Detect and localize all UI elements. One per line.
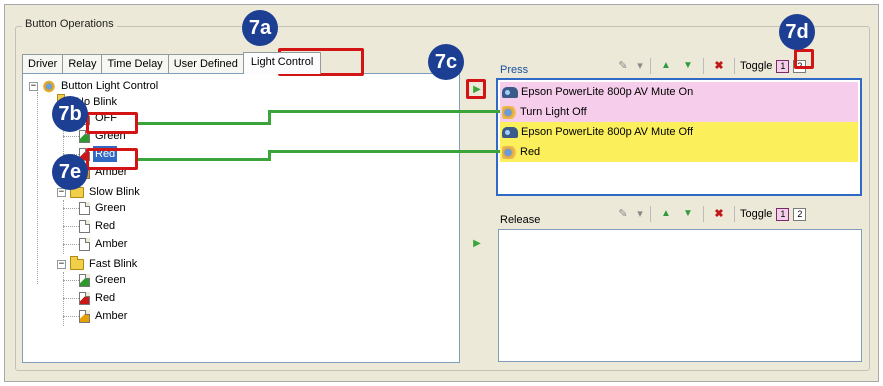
highlight-add-arrow: [466, 79, 486, 99]
folder-icon: [70, 256, 84, 270]
connector-line: [137, 122, 270, 125]
connector-line: [268, 150, 500, 153]
toggle-label: Toggle: [740, 208, 773, 220]
edit-icon[interactable]: ✎: [613, 206, 633, 222]
release-label: Release: [500, 214, 541, 226]
tab-time-delay[interactable]: Time Delay: [101, 54, 169, 74]
callout-7b: 7b: [52, 96, 88, 132]
move-down-icon[interactable]: ▼: [678, 206, 698, 222]
projector-icon: [502, 126, 518, 138]
delete-icon[interactable]: ✖: [709, 58, 729, 74]
amber-light-icon: [79, 309, 90, 323]
tree-item-red[interactable]: Red: [79, 290, 117, 306]
tree-line: [63, 244, 79, 245]
release-toolbar: ✎ ▾ ▲ ▼ ✖ Toggle 1 2: [613, 206, 807, 222]
callout-7a: 7a: [242, 10, 278, 46]
move-down-icon[interactable]: ▼: [678, 58, 698, 74]
toggle-2-button[interactable]: 2: [793, 207, 807, 221]
collapse-icon[interactable]: −: [29, 81, 38, 91]
tree-item-amber[interactable]: Amber: [79, 236, 129, 252]
list-item[interactable]: Turn Light Off: [500, 102, 858, 122]
tree-line: [63, 226, 79, 227]
toggle-1-button[interactable]: 1: [776, 59, 790, 73]
move-up-icon[interactable]: ▲: [656, 206, 676, 222]
edit-icon[interactable]: ✎: [613, 58, 633, 74]
highlight-toggle-1: [794, 49, 814, 69]
green-light-icon: [79, 273, 90, 287]
callout-7e: 7e: [52, 154, 88, 190]
list-item[interactable]: Red: [500, 142, 858, 162]
tab-driver[interactable]: Driver: [22, 54, 64, 74]
press-label: Press: [500, 64, 529, 76]
tab-relay[interactable]: Relay: [62, 54, 103, 74]
document-icon: [79, 237, 90, 251]
light-control-icon: [42, 79, 56, 93]
light-icon: [502, 145, 517, 159]
tree-line: [37, 92, 38, 284]
tree-line: [63, 316, 79, 317]
callout-7c: 7c: [428, 44, 464, 80]
tab-light-control[interactable]: Light Control: [242, 52, 322, 74]
list-item[interactable]: Epson PowerLite 800p AV Mute Off: [500, 122, 858, 142]
toggle-1-button[interactable]: 1: [776, 207, 790, 221]
press-toolbar: ✎ ▾ ▲ ▼ ✖ Toggle 1 2: [613, 58, 807, 74]
tree-item-red[interactable]: Red: [79, 218, 117, 234]
move-up-icon[interactable]: ▲: [656, 58, 676, 74]
highlight-red-item: [86, 148, 138, 170]
list-item[interactable]: Epson PowerLite 800p AV Mute On: [500, 82, 858, 102]
tree-item-green[interactable]: Green: [79, 200, 128, 216]
red-light-icon: [79, 291, 90, 305]
tree-line: [63, 208, 79, 209]
toggle-label: Toggle: [740, 60, 773, 72]
connector-line: [268, 110, 500, 113]
tab-user-defined[interactable]: User Defined: [167, 54, 244, 74]
tree-root[interactable]: − Button Light Control: [29, 78, 160, 94]
group-title: Button Operations: [22, 18, 117, 30]
connector-line: [137, 158, 270, 161]
tab-bar: Driver Relay Time Delay User Defined Lig…: [22, 52, 322, 74]
release-command-list[interactable]: [498, 229, 862, 362]
add-to-release-arrow-icon[interactable]: ▶: [471, 238, 483, 250]
press-command-list[interactable]: Epson PowerLite 800p AV Mute On Turn Lig…: [496, 78, 862, 196]
tree-line: [63, 136, 79, 137]
projector-icon: [502, 86, 518, 98]
tree-item-green[interactable]: Green: [79, 272, 128, 288]
dropdown-arrow-icon[interactable]: ▾: [635, 58, 645, 74]
callout-7d: 7d: [779, 14, 815, 50]
light-icon: [502, 105, 517, 119]
tree-line: [63, 298, 79, 299]
tree-line: [63, 280, 79, 281]
dropdown-arrow-icon[interactable]: ▾: [635, 206, 645, 222]
tree-item-amber[interactable]: Amber: [79, 308, 129, 324]
tree-group-fast-blink[interactable]: − Fast Blink: [57, 256, 139, 272]
collapse-icon[interactable]: −: [57, 259, 66, 269]
document-icon: [79, 219, 90, 233]
delete-icon[interactable]: ✖: [709, 206, 729, 222]
highlight-off-item: [86, 112, 138, 134]
document-icon: [79, 201, 90, 215]
